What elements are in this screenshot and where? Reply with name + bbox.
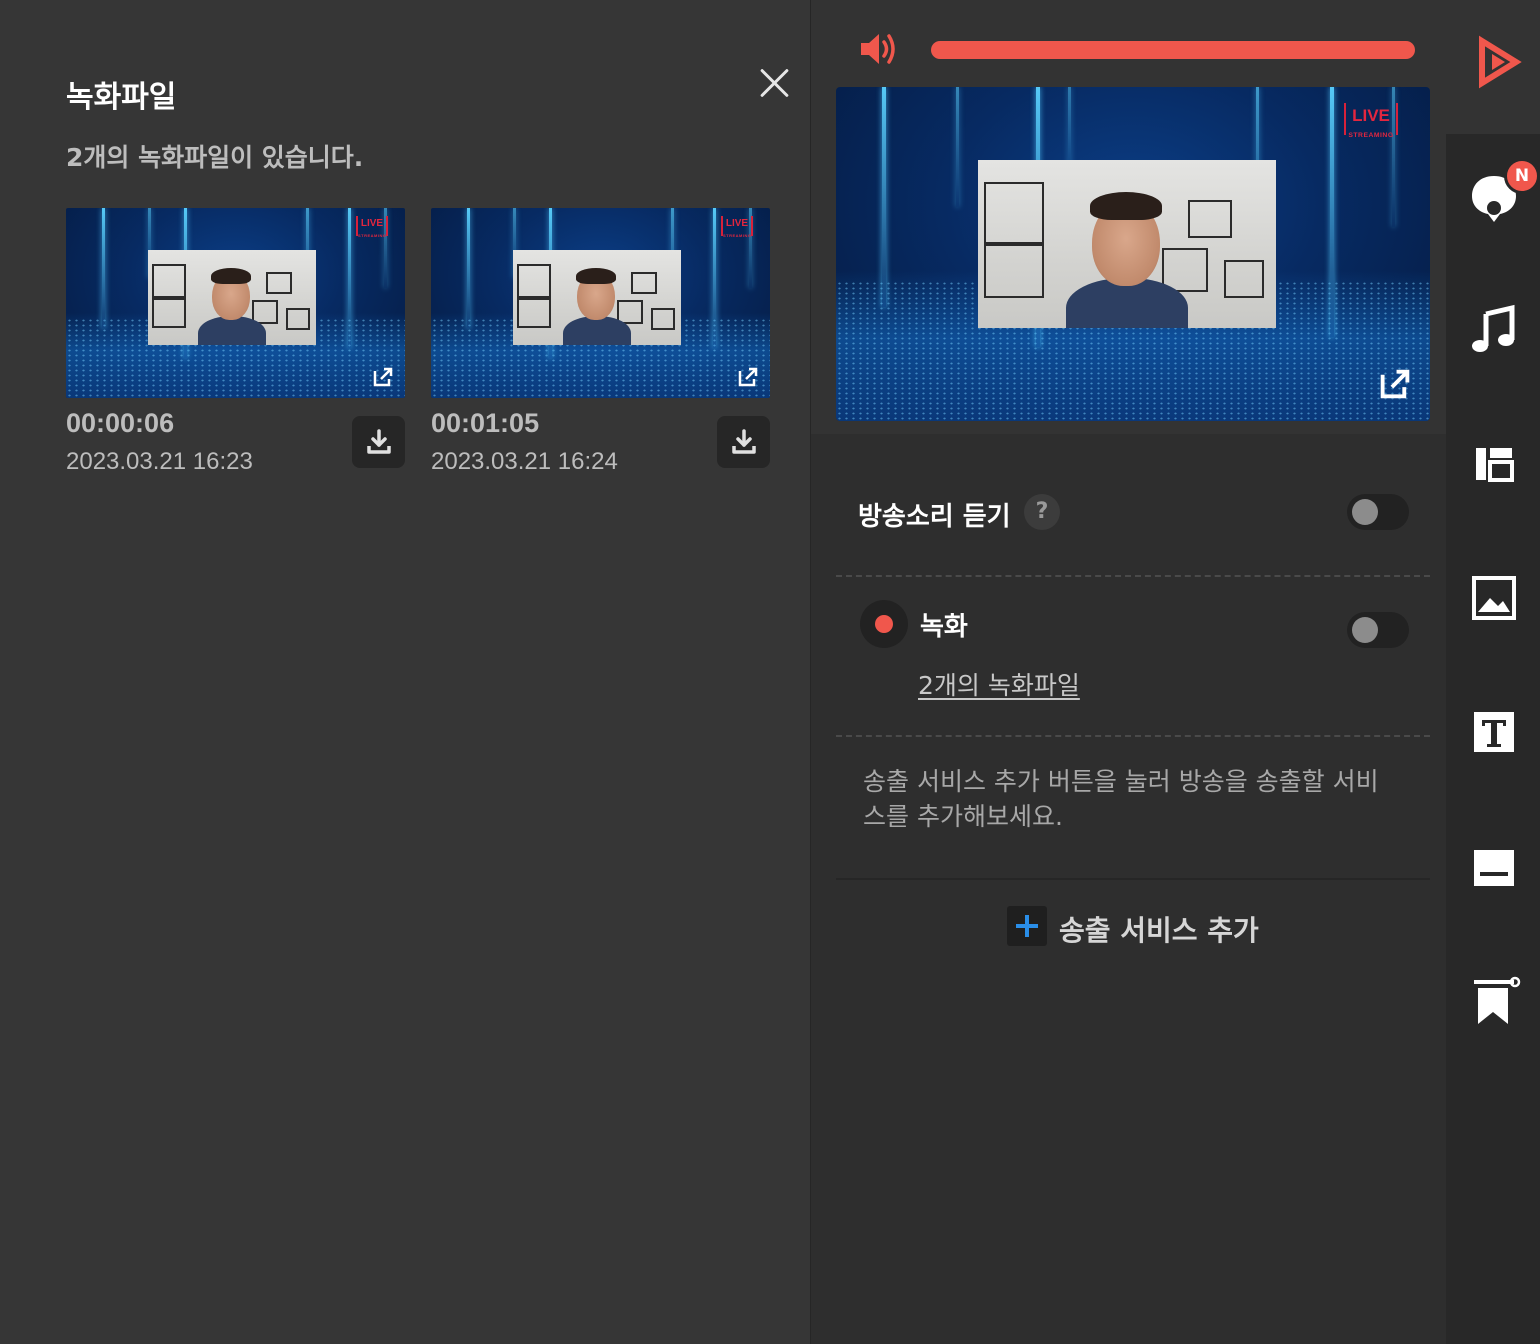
side-toolbar: N bbox=[1446, 0, 1540, 1344]
recording-duration: 00:01:05 bbox=[431, 408, 540, 438]
panel-title: 녹화파일 bbox=[66, 80, 177, 115]
live-badge: LIVE bbox=[360, 218, 384, 229]
bookmark-icon bbox=[1474, 976, 1521, 1024]
recording-file-card: LIVE STREAMING 00:00:06 2023.03.21 16:23 bbox=[66, 208, 405, 478]
live-badge: LIVE bbox=[1352, 106, 1390, 125]
image-icon bbox=[1472, 576, 1516, 620]
recording-thumbnail[interactable]: LIVE STREAMING bbox=[66, 208, 405, 398]
download-button[interactable] bbox=[717, 416, 770, 468]
listen-broadcast-toggle[interactable] bbox=[1347, 494, 1409, 530]
external-link-icon[interactable] bbox=[1378, 367, 1412, 405]
close-button[interactable] bbox=[756, 64, 794, 102]
recording-files-link[interactable]: 2개의 녹화파일 bbox=[918, 666, 1080, 702]
record-label: 녹화 bbox=[920, 612, 968, 642]
bookmark-button[interactable] bbox=[1466, 974, 1522, 1030]
live-badge-sub: STREAMING bbox=[1348, 132, 1394, 139]
live-badge-sub: STREAMING bbox=[358, 233, 387, 238]
chat-button[interactable]: N bbox=[1466, 158, 1540, 226]
recording-files-panel: 녹화파일 2개의 녹화파일이 있습니다. LIVE STREAMING 00:0… bbox=[0, 0, 810, 1344]
recording-duration: 00:00:06 bbox=[66, 408, 175, 438]
help-icon[interactable]: ? bbox=[1024, 494, 1060, 530]
divider bbox=[836, 575, 1430, 577]
add-service-info-text: 송출 서비스 추가 버튼을 눌러 방송을 송출할 서비스를 추가해보세요. bbox=[863, 767, 1379, 831]
music-button[interactable] bbox=[1466, 302, 1522, 358]
broadcast-panel: LIVE STREAMING 방송소리 듣기 ? 녹화 2개의 녹화파일 송출 … bbox=[810, 0, 1447, 1344]
add-streaming-service-label: 송출 서비스 추가 bbox=[1059, 914, 1259, 947]
divider bbox=[836, 878, 1430, 880]
recording-count-text: 2개의 녹화파일이 있습니다. bbox=[66, 143, 364, 172]
play-icon bbox=[1479, 35, 1522, 89]
listen-broadcast-row: 방송소리 듣기 ? bbox=[836, 470, 1430, 554]
new-badge: N bbox=[1504, 158, 1540, 194]
download-icon bbox=[732, 429, 756, 454]
record-row: 녹화 2개의 녹화파일 bbox=[836, 596, 1430, 726]
record-dot-icon bbox=[860, 600, 908, 648]
stream-preview: LIVE STREAMING bbox=[836, 87, 1430, 421]
listen-broadcast-label: 방송소리 듣기 bbox=[858, 502, 1011, 532]
text-icon bbox=[1474, 712, 1514, 752]
recording-date: 2023.03.21 16:24 bbox=[431, 448, 618, 475]
preview-area: LIVE STREAMING bbox=[811, 0, 1447, 434]
external-link-icon[interactable] bbox=[372, 366, 394, 392]
divider bbox=[836, 735, 1430, 737]
external-link-icon[interactable] bbox=[737, 366, 759, 392]
text-button[interactable] bbox=[1466, 704, 1522, 760]
recording-date: 2023.03.21 16:23 bbox=[66, 448, 253, 475]
music-icon bbox=[1472, 304, 1515, 352]
live-badge-sub: STREAMING bbox=[723, 233, 752, 238]
layout-icon bbox=[1476, 448, 1514, 482]
image-button[interactable] bbox=[1466, 570, 1522, 626]
subtitle-icon bbox=[1474, 850, 1514, 886]
subtitle-button[interactable] bbox=[1466, 840, 1522, 896]
volume-slider[interactable] bbox=[931, 41, 1415, 59]
plus-icon bbox=[1007, 906, 1047, 946]
broadcast-play-button[interactable] bbox=[1466, 34, 1522, 90]
recording-file-card: LIVE STREAMING 00:01:05 2023.03.21 16:24 bbox=[431, 208, 770, 478]
download-icon bbox=[367, 429, 391, 454]
volume-icon[interactable] bbox=[859, 30, 899, 72]
download-button[interactable] bbox=[352, 416, 405, 468]
recording-thumbnail[interactable]: LIVE STREAMING bbox=[431, 208, 770, 398]
live-badge: LIVE bbox=[725, 218, 749, 229]
record-toggle[interactable] bbox=[1347, 612, 1409, 648]
layout-button[interactable] bbox=[1466, 436, 1522, 492]
